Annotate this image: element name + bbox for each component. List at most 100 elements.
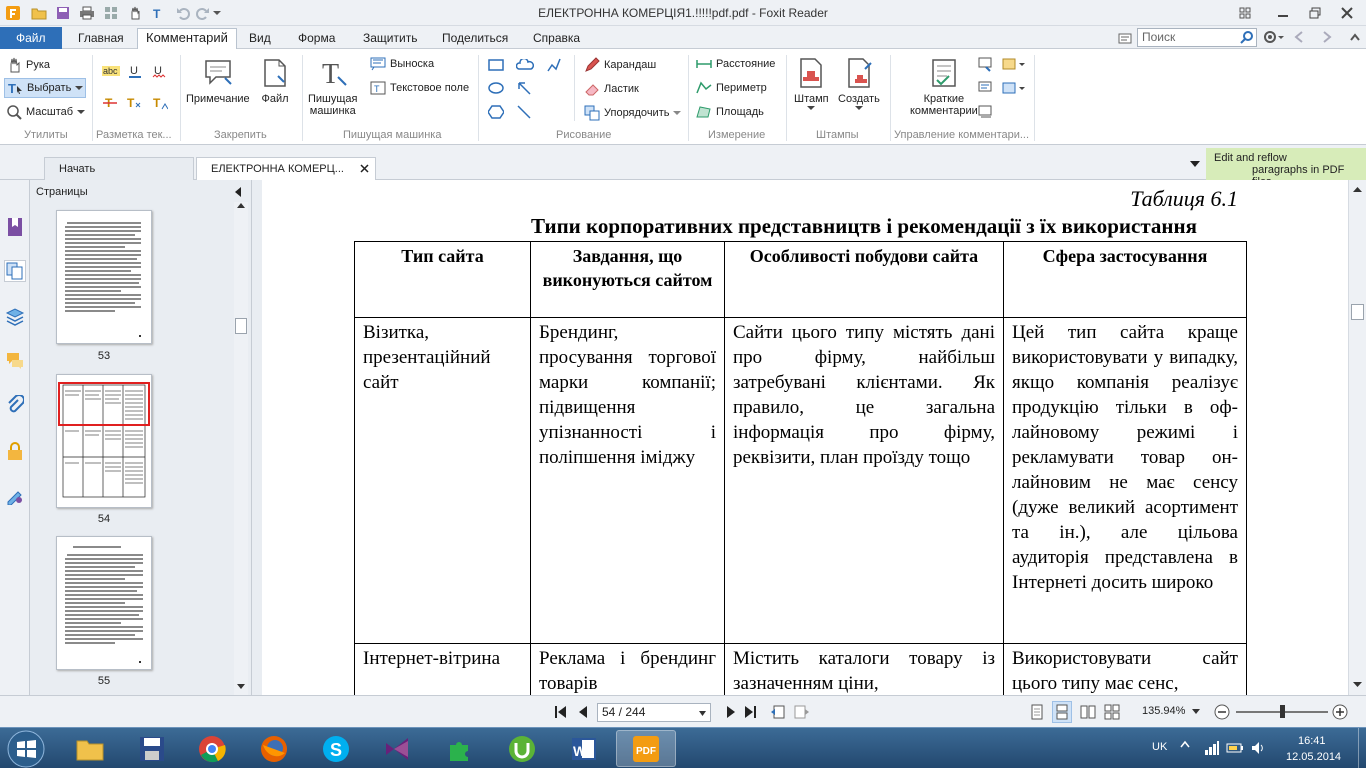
last-page-icon[interactable] bbox=[744, 705, 758, 719]
polyline-icon[interactable] bbox=[546, 57, 562, 73]
area-button[interactable]: Площадь bbox=[696, 105, 764, 119]
edit-reflow-promo[interactable]: Edit and reflow paragraphs in PDF files bbox=[1206, 148, 1366, 188]
pencil-button[interactable]: Карандаш bbox=[584, 57, 656, 73]
scroll-down-arrow-icon[interactable] bbox=[237, 684, 245, 690]
pages-panel-icon[interactable] bbox=[4, 260, 26, 282]
tab-view[interactable]: Вид bbox=[241, 29, 279, 49]
tab-comment[interactable]: Комментарий bbox=[137, 28, 237, 49]
tab-form[interactable]: Форма bbox=[290, 29, 343, 49]
arrange-button[interactable]: Упорядочить bbox=[584, 105, 682, 121]
close-tab-icon[interactable] bbox=[360, 164, 369, 173]
show-hidden-icons-icon[interactable] bbox=[1180, 740, 1190, 748]
collapse-panel-icon[interactable] bbox=[234, 187, 242, 197]
typewriter-button[interactable]: T Пишущая машинка bbox=[308, 55, 358, 117]
squiggly-underline-icon[interactable]: U bbox=[152, 63, 166, 79]
previous-view-icon[interactable] bbox=[770, 704, 786, 720]
close-window-button[interactable] bbox=[1338, 4, 1356, 22]
tab-share[interactable]: Поделиться bbox=[434, 29, 516, 49]
foxit-reader-taskbar-icon[interactable]: PDF bbox=[616, 730, 676, 767]
page-number-input[interactable]: 54 / 244 bbox=[597, 703, 711, 722]
panel-scroll-thumb[interactable] bbox=[235, 318, 247, 334]
find-icon[interactable] bbox=[1117, 30, 1133, 46]
settings-gear-icon[interactable] bbox=[1262, 29, 1284, 45]
tab-protect[interactable]: Защитить bbox=[355, 29, 425, 49]
tab-help[interactable]: Справка bbox=[525, 29, 588, 49]
eraser-button[interactable]: Ластик bbox=[584, 81, 639, 97]
create-stamp-button[interactable]: Создать bbox=[838, 55, 880, 111]
perimeter-button[interactable]: Периметр bbox=[696, 81, 767, 95]
replace-text-icon[interactable]: T bbox=[126, 95, 142, 111]
note-button[interactable]: Примечание bbox=[186, 55, 250, 105]
strikeout-icon[interactable]: T bbox=[102, 95, 118, 111]
comment-export-icon[interactable] bbox=[1002, 57, 1026, 73]
line-icon[interactable] bbox=[516, 104, 532, 120]
document-scrollbar[interactable] bbox=[1348, 180, 1366, 695]
puzzle-app-taskbar-icon[interactable] bbox=[430, 730, 490, 767]
page-thumbnail-current[interactable] bbox=[56, 374, 152, 508]
stamp-button[interactable]: Штамп bbox=[794, 55, 829, 111]
callout-button[interactable]: Выноска bbox=[370, 57, 434, 71]
comment-flatten-icon[interactable] bbox=[978, 105, 994, 121]
comment-popup-icon[interactable] bbox=[1002, 81, 1026, 97]
cloud-icon[interactable] bbox=[516, 59, 534, 71]
tab-list-dropdown-icon[interactable] bbox=[1190, 161, 1200, 167]
clock-time[interactable]: 16:41 bbox=[1298, 735, 1326, 747]
previous-page-icon[interactable] bbox=[578, 705, 588, 719]
utorrent-taskbar-icon[interactable] bbox=[492, 730, 552, 767]
word-taskbar-icon[interactable]: W bbox=[554, 730, 614, 767]
zoom-dropdown-icon[interactable] bbox=[1192, 709, 1200, 714]
restore-small-icon[interactable] bbox=[1236, 4, 1254, 22]
visual-studio-taskbar-icon[interactable] bbox=[368, 730, 428, 767]
scroll-up-arrow-icon[interactable] bbox=[1353, 186, 1362, 192]
layers-icon[interactable] bbox=[4, 306, 26, 328]
scroll-down-arrow-icon[interactable] bbox=[1353, 682, 1362, 688]
save-disk-taskbar-icon[interactable] bbox=[122, 730, 182, 767]
file-menu-tab[interactable]: Файл bbox=[0, 27, 62, 49]
document-view[interactable]: Таблиця 6.1 Типи корпоративних представн… bbox=[262, 180, 1348, 695]
collapse-ribbon-icon[interactable] bbox=[1350, 33, 1360, 41]
page-thumbnail[interactable] bbox=[56, 536, 152, 670]
underline-icon[interactable]: U bbox=[128, 63, 142, 79]
explorer-taskbar-icon[interactable] bbox=[60, 730, 120, 767]
nav-forward-icon[interactable] bbox=[1322, 31, 1332, 43]
show-desktop-button[interactable] bbox=[1358, 728, 1366, 769]
first-page-icon[interactable] bbox=[554, 705, 568, 719]
clock-date[interactable]: 12.05.2014 bbox=[1286, 751, 1341, 763]
network-icon[interactable] bbox=[1204, 740, 1220, 756]
summarize-comments-button[interactable]: Краткие комментарии bbox=[910, 55, 978, 117]
skype-taskbar-icon[interactable]: S bbox=[306, 730, 366, 767]
panel-scrollbar[interactable] bbox=[234, 202, 248, 695]
maximize-button[interactable] bbox=[1306, 4, 1324, 22]
bookmark-icon[interactable] bbox=[4, 216, 26, 238]
power-battery-icon[interactable] bbox=[1226, 740, 1244, 756]
tab-start[interactable]: Начать bbox=[44, 157, 194, 180]
volume-icon[interactable] bbox=[1250, 740, 1266, 756]
page-dropdown-icon[interactable] bbox=[699, 711, 706, 716]
tab-home[interactable]: Главная bbox=[70, 29, 132, 49]
select-tool-button[interactable]: T Выбрать bbox=[4, 78, 87, 98]
comment-import-icon[interactable] bbox=[978, 57, 994, 73]
insert-text-icon[interactable]: T bbox=[152, 95, 168, 111]
distance-button[interactable]: Расстояние bbox=[696, 57, 775, 71]
search-icon[interactable] bbox=[1240, 30, 1254, 44]
nav-back-icon[interactable] bbox=[1294, 31, 1304, 43]
continuous-facing-icon[interactable] bbox=[1104, 704, 1120, 720]
hand-tool-button[interactable]: Рука bbox=[6, 57, 50, 73]
zoom-tool-button[interactable]: Масштаб bbox=[6, 104, 86, 120]
scroll-up-arrow-icon[interactable] bbox=[237, 202, 245, 208]
search-input[interactable]: Поиск bbox=[1137, 28, 1257, 47]
continuous-view-icon[interactable] bbox=[1052, 701, 1072, 723]
security-lock-icon[interactable] bbox=[4, 440, 26, 462]
textbox-button[interactable]: T Текстовое поле bbox=[370, 81, 469, 95]
single-page-view-icon[interactable] bbox=[1030, 704, 1044, 720]
minimize-button[interactable] bbox=[1274, 4, 1292, 22]
comments-panel-icon[interactable] bbox=[4, 350, 26, 372]
zoom-slider-thumb[interactable] bbox=[1280, 705, 1285, 718]
zoom-level[interactable]: 135.94% bbox=[1142, 705, 1185, 717]
panel-splitter[interactable] bbox=[252, 180, 262, 695]
firefox-taskbar-icon[interactable] bbox=[244, 730, 304, 767]
zoom-out-icon[interactable] bbox=[1214, 704, 1230, 720]
chrome-taskbar-icon[interactable] bbox=[182, 730, 242, 767]
next-page-icon[interactable] bbox=[726, 705, 736, 719]
facing-view-icon[interactable] bbox=[1080, 704, 1096, 720]
